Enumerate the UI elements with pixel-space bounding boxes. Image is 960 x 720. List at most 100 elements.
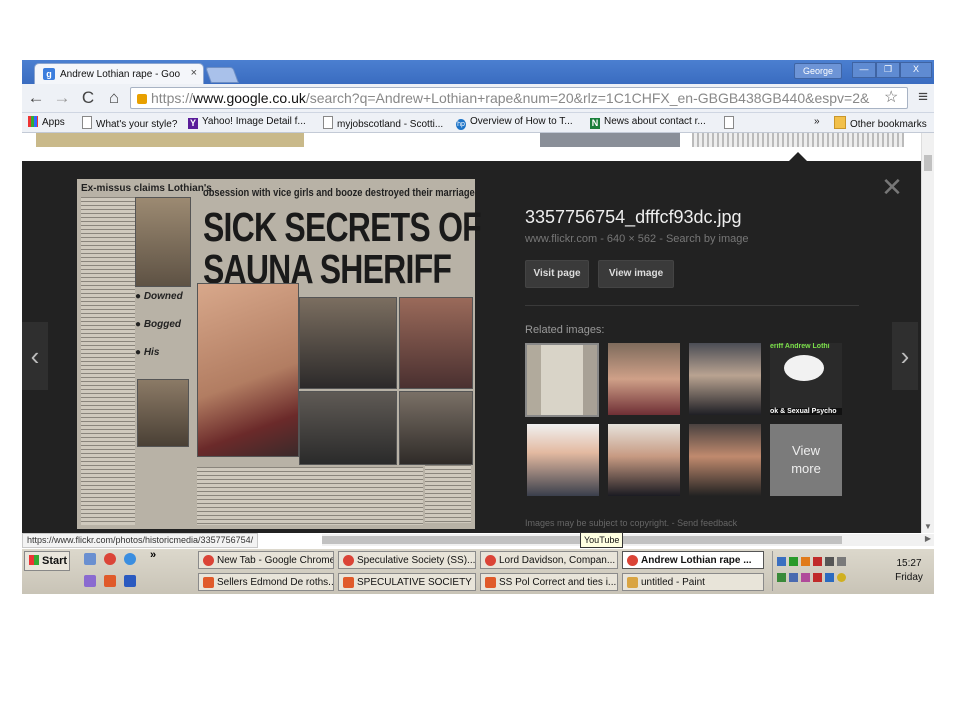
hp-icon: hp xyxy=(456,119,466,130)
tray-bluetooth-icon[interactable] xyxy=(825,573,834,582)
taskbar-item-sellers[interactable]: Sellers Edmond De roths... xyxy=(198,573,334,591)
url-path: /search?q=Andrew+Lothian+rape&num=20&rlz… xyxy=(305,90,870,106)
tray-network-icon[interactable] xyxy=(777,557,786,566)
taskbar-item-paint[interactable]: untitled - Paint xyxy=(622,573,764,591)
previous-image-chevron-icon[interactable]: ‹ xyxy=(22,322,48,390)
related-thumb[interactable] xyxy=(689,424,761,496)
start-button[interactable]: Start xyxy=(24,551,70,571)
thumb-caption: eriff Andrew Lothi xyxy=(770,343,830,350)
bookmark-other[interactable]: Other bookmarks xyxy=(834,116,927,130)
taskbar-item-lord-davidson[interactable]: Lord Davidson, Compan... xyxy=(480,551,618,569)
view-more-button[interactable]: View more xyxy=(770,424,842,496)
scroll-down-icon[interactable]: ▼ xyxy=(924,522,932,531)
tab-close-icon[interactable]: × xyxy=(191,67,197,79)
photo-couple xyxy=(299,297,397,389)
bookmarks-overflow-chevron-icon[interactable]: » xyxy=(814,116,820,127)
send-feedback-link[interactable]: Send feedback xyxy=(677,518,737,528)
forward-arrow-icon[interactable]: → xyxy=(52,88,72,108)
quicklaunch-overflow-chevron-icon[interactable]: » xyxy=(150,549,156,561)
bookmark-yahoo-image[interactable]: Y Yahoo! Image Detail f... xyxy=(188,116,306,129)
browser-tab[interactable]: g Andrew Lothian rape - Googl × xyxy=(34,63,204,85)
photo-man-portrait xyxy=(399,391,473,465)
windows-logo-icon xyxy=(29,555,39,565)
newspaper-bullet: ● Bogged xyxy=(135,319,182,330)
image-source[interactable]: www.flickr.com xyxy=(525,233,597,245)
new-tab-button[interactable] xyxy=(205,67,239,83)
result-image[interactable] xyxy=(540,133,680,147)
newspaper-kicker: Ex-missus claims Lothian's xyxy=(81,183,212,194)
quicklaunch-chrome-icon[interactable] xyxy=(104,553,116,565)
powerpoint-icon xyxy=(203,577,214,588)
image-title: 3357756754_dfffcf93dc.jpg xyxy=(525,207,742,227)
next-image-chevron-icon[interactable]: › xyxy=(892,322,918,390)
preview-image[interactable]: Ex-missus claims Lothian's obsession wit… xyxy=(77,179,482,529)
panel-divider xyxy=(525,305,859,306)
taskbar-item-ss-pol-correct[interactable]: SS Pol Correct and ties i... xyxy=(480,573,618,591)
quicklaunch-desktop-icon[interactable] xyxy=(84,553,96,565)
quicklaunch-onenote-icon[interactable] xyxy=(84,575,96,587)
folder-icon xyxy=(834,116,846,129)
vertical-scrollbar[interactable]: ▼ xyxy=(921,133,934,533)
chrome-icon xyxy=(343,555,354,566)
bookmark-myjobscotland[interactable]: myjobscotland - Scotti... xyxy=(323,116,443,130)
system-tray: 15:27 Friday xyxy=(772,551,933,591)
tray-signal-icon[interactable] xyxy=(789,557,798,566)
taskbar-item-speculative-society[interactable]: Speculative Society (SS)... xyxy=(338,551,476,569)
scroll-right-icon[interactable]: ▶ xyxy=(925,534,931,543)
close-window-button[interactable]: X xyxy=(900,62,932,78)
tray-battery-icon[interactable] xyxy=(777,573,786,582)
close-panel-icon[interactable]: ✕ xyxy=(880,174,904,200)
quicklaunch-word-icon[interactable] xyxy=(124,575,136,587)
related-thumb[interactable] xyxy=(527,424,599,496)
tray-alert-icon[interactable] xyxy=(813,573,822,582)
taskbar-item-andrew-lothian[interactable]: Andrew Lothian rape ... xyxy=(622,551,764,569)
url-scheme: https:// xyxy=(151,90,194,106)
quicklaunch-powerpoint-icon[interactable] xyxy=(104,575,116,587)
horizontal-scrollbar[interactable]: ▶ xyxy=(322,534,934,546)
bookmark-overview[interactable]: hp Overview of How to T... xyxy=(456,116,573,130)
powerpoint-icon xyxy=(343,577,354,588)
related-thumb[interactable] xyxy=(608,343,680,415)
related-thumb-selected[interactable] xyxy=(525,343,599,417)
related-thumb-poster[interactable]: eriff Andrew Lothi ok & Sexual Psycho xyxy=(770,343,842,415)
minimize-button[interactable]: — xyxy=(852,62,876,78)
quicklaunch-ie-icon[interactable] xyxy=(124,553,136,565)
image-preview-panel: ‹ › Ex-missus claims Lothian's obsession… xyxy=(22,161,922,533)
profile-button[interactable]: George xyxy=(793,63,842,79)
tray-app-icon[interactable] xyxy=(801,557,810,566)
maximize-button[interactable]: ❐ xyxy=(876,62,900,78)
view-more-label: View more xyxy=(791,443,821,476)
bookmark-star-icon[interactable]: ☆ xyxy=(884,87,898,107)
bookmark-news-contact[interactable]: N News about contact r... xyxy=(590,116,706,129)
tray-media-icon[interactable] xyxy=(801,573,810,582)
tray-search-icon[interactable] xyxy=(837,557,846,566)
search-by-image-link[interactable]: Search by image xyxy=(666,233,749,245)
visit-page-button[interactable]: Visit page xyxy=(525,260,589,288)
related-thumb[interactable] xyxy=(608,424,680,496)
tray-volume-icon[interactable] xyxy=(825,557,834,566)
result-image[interactable] xyxy=(692,133,904,147)
chrome-menu-icon[interactable]: ≡ xyxy=(918,87,928,107)
tray-shield-icon[interactable] xyxy=(837,573,846,582)
scrollbar-thumb[interactable] xyxy=(924,155,932,171)
tray-security-icon[interactable] xyxy=(813,557,822,566)
tray-display-icon[interactable] xyxy=(789,573,798,582)
address-bar[interactable]: https://www.google.co.uk/search?q=Andrew… xyxy=(130,87,908,109)
bookmark-whats-your-style[interactable]: What's your style? xyxy=(82,116,177,130)
home-icon[interactable]: ⌂ xyxy=(104,88,124,108)
back-arrow-icon[interactable]: ← xyxy=(26,88,46,108)
chrome-icon xyxy=(627,555,638,566)
newspaper-bullet: ● His xyxy=(135,347,160,358)
bookmark-blank[interactable] xyxy=(724,116,738,130)
tooltip: YouTube xyxy=(580,532,624,548)
taskbar-item-speculative-society-ppt[interactable]: SPECULATIVE SOCIETY ... xyxy=(338,573,476,591)
reload-icon[interactable]: C xyxy=(78,88,98,108)
newspaper-strapline: obsession with vice girls and booze dest… xyxy=(203,187,475,199)
view-image-button[interactable]: View image xyxy=(598,260,674,288)
result-image[interactable] xyxy=(36,133,304,147)
related-thumb[interactable] xyxy=(689,343,761,415)
system-clock[interactable]: 15:27 Friday xyxy=(887,557,931,585)
bookmark-apps[interactable]: Apps xyxy=(28,116,65,128)
photo-group xyxy=(399,297,473,389)
taskbar-item-new-tab[interactable]: New Tab - Google Chrome xyxy=(198,551,334,569)
